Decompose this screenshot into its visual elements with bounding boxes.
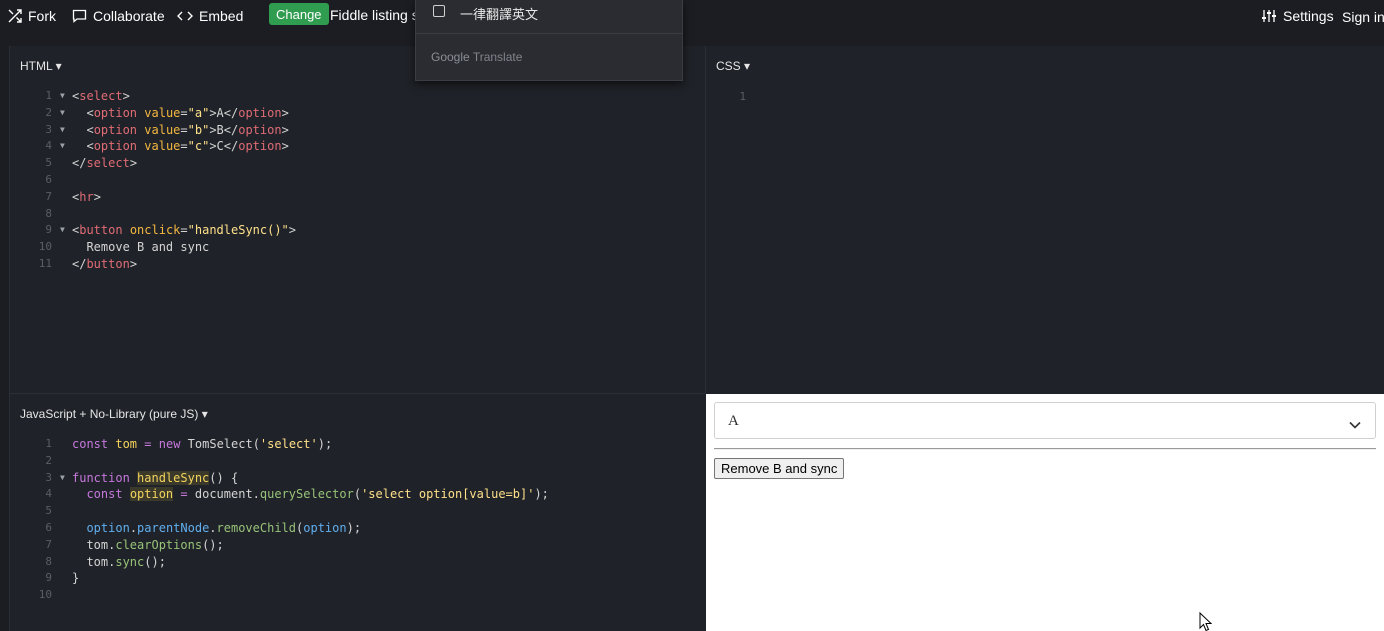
fold-arrow-icon: ▼ [60,91,65,100]
sign-in-link[interactable]: Sign in [1342,9,1384,25]
embed-button[interactable]: Embed [177,1,243,31]
chat-bubble-icon [72,9,87,23]
sliders-icon [1261,9,1277,23]
caret-down-icon: ▾ [198,407,208,421]
collaborate-label: Collaborate [93,8,165,24]
fold-arrow-icon: ▼ [60,141,65,151]
css-editor-panel[interactable]: CSS ▾ 1 [706,46,1384,393]
caret-down-icon: ▾ [740,59,751,73]
always-translate-label: 一律翻譯英文 [460,8,539,23]
caret-down-icon: ▾ [52,59,62,73]
google-translate-popup: 一律翻譯英文 Google Translate [415,0,683,81]
js-panel-label[interactable]: JavaScript + No-Library (pure JS) ▾ [20,407,208,421]
google-translate-branding: Google Translate [431,50,523,64]
fork-icon [8,9,22,23]
settings-label: Settings [1283,8,1334,24]
embed-label: Embed [199,8,244,24]
mouse-cursor-icon [1199,611,1213,631]
tom-select-control[interactable]: A [714,402,1376,439]
fork-button[interactable]: Fork [8,1,56,31]
css-panel-label[interactable]: CSS ▾ [716,59,750,73]
fold-arrow-icon: ▼ [60,225,65,235]
fiddle-title[interactable]: Fiddle listing sl [330,7,422,23]
code-brackets-icon [177,10,193,22]
collaborate-button[interactable]: Collaborate [72,1,165,31]
left-sidebar-strip [0,46,10,631]
fold-arrow-icon: ▼ [60,124,65,134]
selected-option-value: A [728,413,739,429]
js-editor-panel[interactable]: JavaScript + No-Library (pure JS) ▾ 1 con… [10,394,705,631]
html-editor-panel[interactable]: HTML ▾ 1 ▼ <select> 2 ▼ <option value="a">A… [10,46,705,393]
change-button[interactable]: Change [269,3,329,25]
horizontal-rule [714,448,1376,450]
always-translate-option[interactable]: 一律翻譯英文 [416,0,682,34]
chevron-down-icon [1349,416,1361,434]
result-preview-panel: A Remove B and sync [706,394,1384,631]
fold-arrow-icon: ▼ [60,472,65,482]
remove-b-and-sync-button[interactable]: Remove B and sync [714,458,845,479]
fork-label: Fork [28,8,56,24]
settings-button[interactable]: Settings [1261,1,1334,31]
fold-arrow-icon: ▼ [60,107,65,117]
top-toolbar: Fork Collaborate Embed Change Fiddle lis… [0,0,1384,46]
html-panel-label[interactable]: HTML ▾ [20,59,62,73]
always-translate-checkbox[interactable] [433,5,445,17]
